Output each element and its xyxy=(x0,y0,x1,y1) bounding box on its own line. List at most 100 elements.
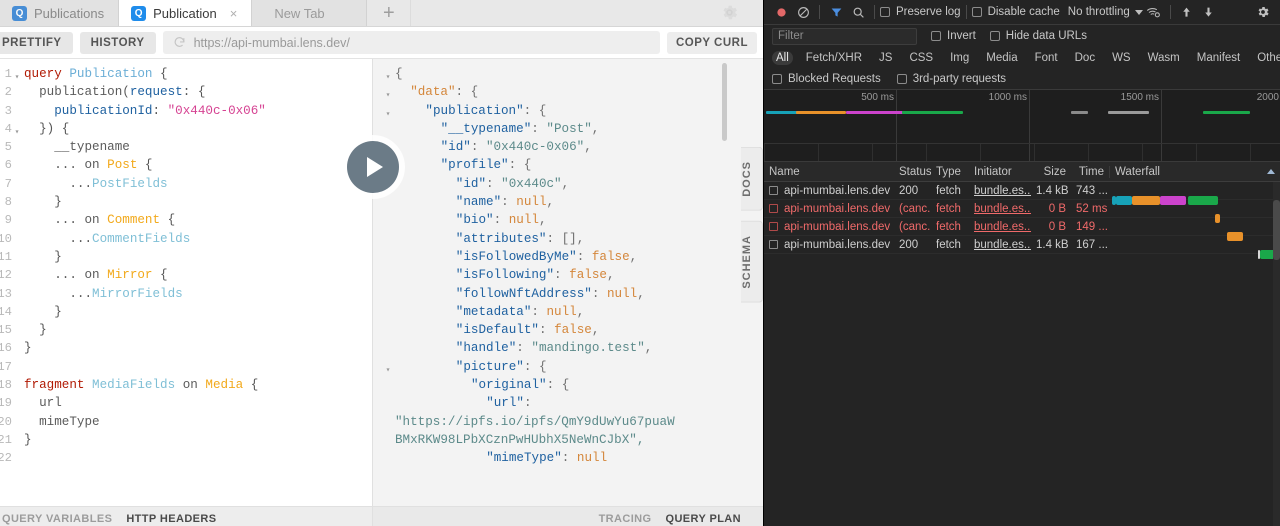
type-filter-media[interactable]: Media xyxy=(982,51,1021,65)
token: false xyxy=(591,249,630,264)
gear-icon[interactable] xyxy=(720,3,739,22)
prettify-button[interactable]: PRETTIFY xyxy=(0,31,73,54)
type-filter-manifest[interactable]: Manifest xyxy=(1193,51,1244,65)
column-header-time[interactable]: Time xyxy=(1071,166,1109,178)
initiator-link[interactable]: bundle.es... xyxy=(974,221,1031,233)
fold-toggle-icon[interactable]: ▾ xyxy=(381,65,395,83)
fold-toggle-icon xyxy=(12,138,22,142)
endpoint-url-input[interactable]: https://api-mumbai.lens.dev/ xyxy=(162,31,660,54)
column-header-type[interactable]: Type xyxy=(931,166,969,178)
record-icon[interactable] xyxy=(770,0,792,24)
type-filter-all[interactable]: All xyxy=(772,51,793,65)
type-filter-doc[interactable]: Doc xyxy=(1071,51,1099,65)
type-filter-js[interactable]: JS xyxy=(875,51,896,65)
tracing-tab[interactable]: TRACING xyxy=(599,513,652,525)
column-header-initiator[interactable]: Initiator xyxy=(969,166,1031,178)
tab-publications[interactable]: Q Publications xyxy=(0,0,120,26)
type-filter-font[interactable]: Font xyxy=(1031,51,1062,65)
line-number: 20 xyxy=(0,414,12,429)
result-scrollbar[interactable] xyxy=(722,63,727,141)
clear-icon[interactable] xyxy=(792,0,814,24)
fold-toggle-icon xyxy=(381,193,395,211)
throttling-select[interactable]: No throttling xyxy=(1068,6,1143,18)
fold-toggle-icon xyxy=(381,431,395,449)
tab-publication[interactable]: Q Publication × xyxy=(119,0,253,26)
result-viewer[interactable]: ▾{▾ "data": {▾ "publication": {"__typename… xyxy=(373,59,763,506)
line-text: "data": { xyxy=(395,83,478,101)
network-request-table: Name Status Type Initiator Size Time Wat… xyxy=(764,162,1280,526)
copy-curl-button[interactable]: COPY CURL xyxy=(666,31,757,54)
fold-toggle-icon[interactable]: ▾ xyxy=(381,83,395,101)
tab-new-tab[interactable]: New Tab xyxy=(252,0,368,26)
type-filter-img[interactable]: Img xyxy=(946,51,973,65)
timeline-divider xyxy=(764,143,1280,161)
fold-toggle-icon[interactable]: ▾ xyxy=(381,102,395,120)
query-plan-tab[interactable]: QUERY PLAN xyxy=(665,513,741,525)
download-icon[interactable] xyxy=(1198,0,1220,24)
initiator-link[interactable]: bundle.es... xyxy=(974,203,1031,215)
network-overview-timeline[interactable]: 500 ms 1000 ms 1500 ms 2000 xyxy=(764,90,1280,162)
result-line: BMxRKW98LPbXCznPwHUbhX5NeWnCJbX", xyxy=(381,431,763,449)
gear-icon[interactable] xyxy=(1252,0,1274,24)
checkbox-icon[interactable] xyxy=(769,222,778,231)
column-header-name[interactable]: Name xyxy=(764,166,894,178)
filter-input[interactable]: Filter xyxy=(772,27,917,45)
waterfall-segment xyxy=(1116,195,1132,205)
initiator-link[interactable]: bundle.es... xyxy=(974,185,1031,197)
close-icon[interactable]: × xyxy=(230,7,238,20)
token: Mirror xyxy=(107,268,153,283)
wifi-settings-icon[interactable] xyxy=(1143,0,1165,24)
line-text: "mimeType": null xyxy=(395,449,607,467)
query-variables-tab[interactable]: QUERY VARIABLES xyxy=(2,513,112,525)
token: "metadata" xyxy=(455,304,532,319)
line-text: "followNftAddress": null, xyxy=(395,285,645,303)
search-icon[interactable] xyxy=(847,0,869,24)
hide-data-urls-checkbox[interactable]: Hide data URLs xyxy=(989,30,1087,42)
fold-toggle-icon xyxy=(381,413,395,431)
history-button[interactable]: HISTORY xyxy=(79,31,156,54)
table-row[interactable]: api-mumbai.lens.dev 200 fetch bundle.es... 1… xyxy=(764,236,1280,259)
table-row[interactable]: api-mumbai.lens.dev 200 fetch bundle.es... 1… xyxy=(764,182,1280,205)
type-filter-other[interactable]: Other xyxy=(1253,51,1280,65)
preserve-log-checkbox[interactable]: Preserve log xyxy=(880,6,961,18)
timeline-bar xyxy=(846,111,903,114)
token: Publication xyxy=(69,67,153,81)
column-header-waterfall[interactable]: Waterfall xyxy=(1109,165,1280,178)
execute-query-button[interactable] xyxy=(347,141,399,193)
checkbox-icon[interactable] xyxy=(769,186,778,195)
cell-type: fetch xyxy=(936,184,961,197)
type-filter-wasm[interactable]: Wasm xyxy=(1144,51,1184,65)
token: "id" xyxy=(455,176,487,191)
waterfall-label: Waterfall xyxy=(1115,165,1160,178)
line-text: ... on Post { xyxy=(22,156,152,174)
query-editor[interactable]: 1 ▾ query Publication {2 publication(reque… xyxy=(0,59,373,506)
cell-name: api-mumbai.lens.dev xyxy=(764,203,894,215)
reload-icon[interactable] xyxy=(173,36,186,49)
filter-icon[interactable] xyxy=(825,0,847,24)
column-header-size[interactable]: Size xyxy=(1031,166,1071,178)
type-filter-fetch-xhr[interactable]: Fetch/XHR xyxy=(802,51,866,65)
table-row[interactable]: api-mumbai.lens.dev (canc... fetch bundle.e… xyxy=(764,218,1280,241)
table-scrollbar[interactable] xyxy=(1273,182,1280,526)
checkbox-icon[interactable] xyxy=(769,204,778,213)
scrollbar-thumb[interactable] xyxy=(1273,200,1280,260)
disable-cache-checkbox[interactable]: Disable cache xyxy=(971,6,1060,18)
fold-toggle-icon[interactable]: ▾ xyxy=(381,358,395,376)
sort-ascending-icon xyxy=(1267,169,1275,174)
type-filter-css[interactable]: CSS xyxy=(905,51,937,65)
third-party-requests-checkbox[interactable]: 3rd-party requests xyxy=(896,73,1006,85)
invert-checkbox[interactable]: Invert xyxy=(931,30,976,42)
docs-tab[interactable]: DOCS xyxy=(741,147,763,211)
initiator-link[interactable]: bundle.es... xyxy=(974,239,1031,251)
http-headers-tab[interactable]: HTTP HEADERS xyxy=(126,513,216,525)
token: : { xyxy=(182,85,206,100)
table-body-wrapper: api-mumbai.lens.dev 200 fetch bundle.es... 1… xyxy=(764,182,1280,526)
column-header-status[interactable]: Status xyxy=(894,166,931,178)
add-tab-button[interactable]: + xyxy=(367,0,412,26)
upload-icon[interactable] xyxy=(1176,0,1198,24)
checkbox-icon[interactable] xyxy=(769,240,778,249)
blocked-requests-checkbox[interactable]: Blocked Requests xyxy=(772,73,881,85)
token: "followNftAddress" xyxy=(455,286,592,301)
type-filter-ws[interactable]: WS xyxy=(1108,51,1135,65)
schema-tab[interactable]: SCHEMA xyxy=(741,220,763,303)
